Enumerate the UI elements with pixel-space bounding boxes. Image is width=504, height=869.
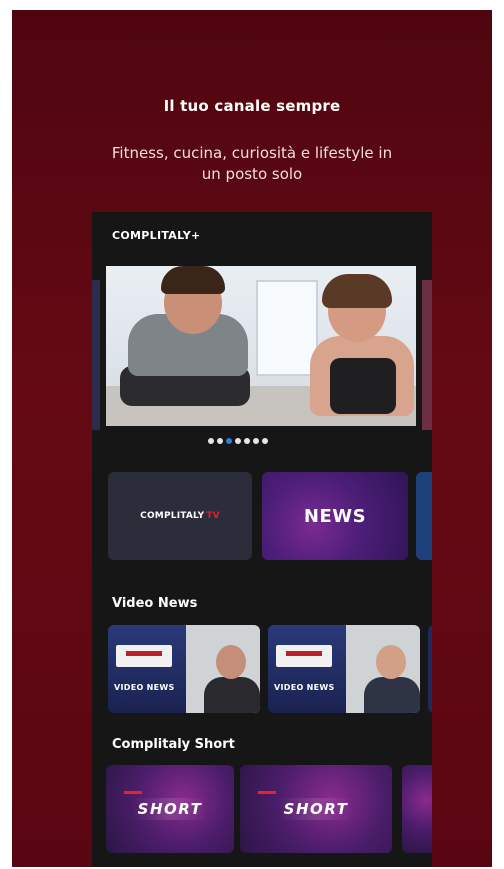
carousel-pagination: [208, 438, 268, 444]
hero-background-window: [256, 280, 318, 376]
app-brand-logo: COMPLITALY+: [112, 229, 201, 242]
presenter-head: [376, 645, 406, 679]
hero-person-1-hair: [161, 266, 225, 294]
video-news-card-label: VIDEO NEWS: [114, 683, 175, 692]
carousel-prev-peek[interactable]: [92, 280, 100, 430]
video-news-card-banner: [108, 625, 186, 713]
tv-tile-suffix: TV: [206, 511, 220, 521]
short-card[interactable]: SHORT: [240, 765, 392, 853]
hero-carousel-slide[interactable]: [106, 266, 416, 426]
promo-headline: Il tuo canale sempre: [163, 97, 341, 115]
video-news-card[interactable]: VIDEO NEWS: [108, 625, 260, 713]
short-card-peek[interactable]: [402, 765, 432, 853]
carousel-dot[interactable]: [208, 438, 214, 444]
video-news-section-title: Video News: [112, 596, 198, 611]
promo-subline: Fitness, cucina, curiosità e lifestyle i…: [111, 144, 393, 183]
promo-frame: Il tuo canale sempre Fitness, cucina, cu…: [12, 10, 492, 867]
news-tile-label: NEWS: [303, 505, 367, 527]
complitaly-tv-tile[interactable]: COMPLITALY TV: [108, 472, 252, 560]
carousel-dot-active[interactable]: [226, 438, 232, 444]
presenter-shirt: [204, 677, 260, 713]
short-card-label: SHORT: [277, 798, 355, 820]
carousel-dot[interactable]: [217, 438, 223, 444]
video-news-card-peek[interactable]: [428, 625, 432, 713]
short-card[interactable]: SHORT: [106, 765, 234, 853]
carousel-dot[interactable]: [262, 438, 268, 444]
short-card-accent: [258, 791, 276, 794]
carousel-dot[interactable]: [235, 438, 241, 444]
video-news-card[interactable]: VIDEO NEWS: [268, 625, 420, 713]
video-news-thumbnail: [186, 625, 260, 713]
short-card-label: SHORT: [131, 798, 209, 820]
short-card-accent: [124, 791, 142, 794]
carousel-dot[interactable]: [244, 438, 250, 444]
carousel-next-peek[interactable]: [422, 280, 432, 430]
news-tile[interactable]: NEWS: [262, 472, 408, 560]
app-screen: COMPLITALY+ COMPLITALY TV NEWS Video New…: [92, 212, 432, 867]
tile-peek[interactable]: [416, 472, 432, 560]
tv-tile-label: COMPLITALY: [140, 511, 205, 521]
presenter-shirt: [364, 677, 420, 713]
video-news-thumbnail: [346, 625, 420, 713]
video-news-badge: [276, 645, 332, 667]
carousel-dot[interactable]: [253, 438, 259, 444]
video-news-card-label: VIDEO NEWS: [274, 683, 335, 692]
hero-person-2-top: [330, 358, 396, 414]
presenter-head: [216, 645, 246, 679]
video-news-card-banner: [268, 625, 346, 713]
video-news-badge: [116, 645, 172, 667]
short-section-title: Complitaly Short: [112, 737, 235, 752]
hero-person-2-hair: [322, 274, 392, 308]
